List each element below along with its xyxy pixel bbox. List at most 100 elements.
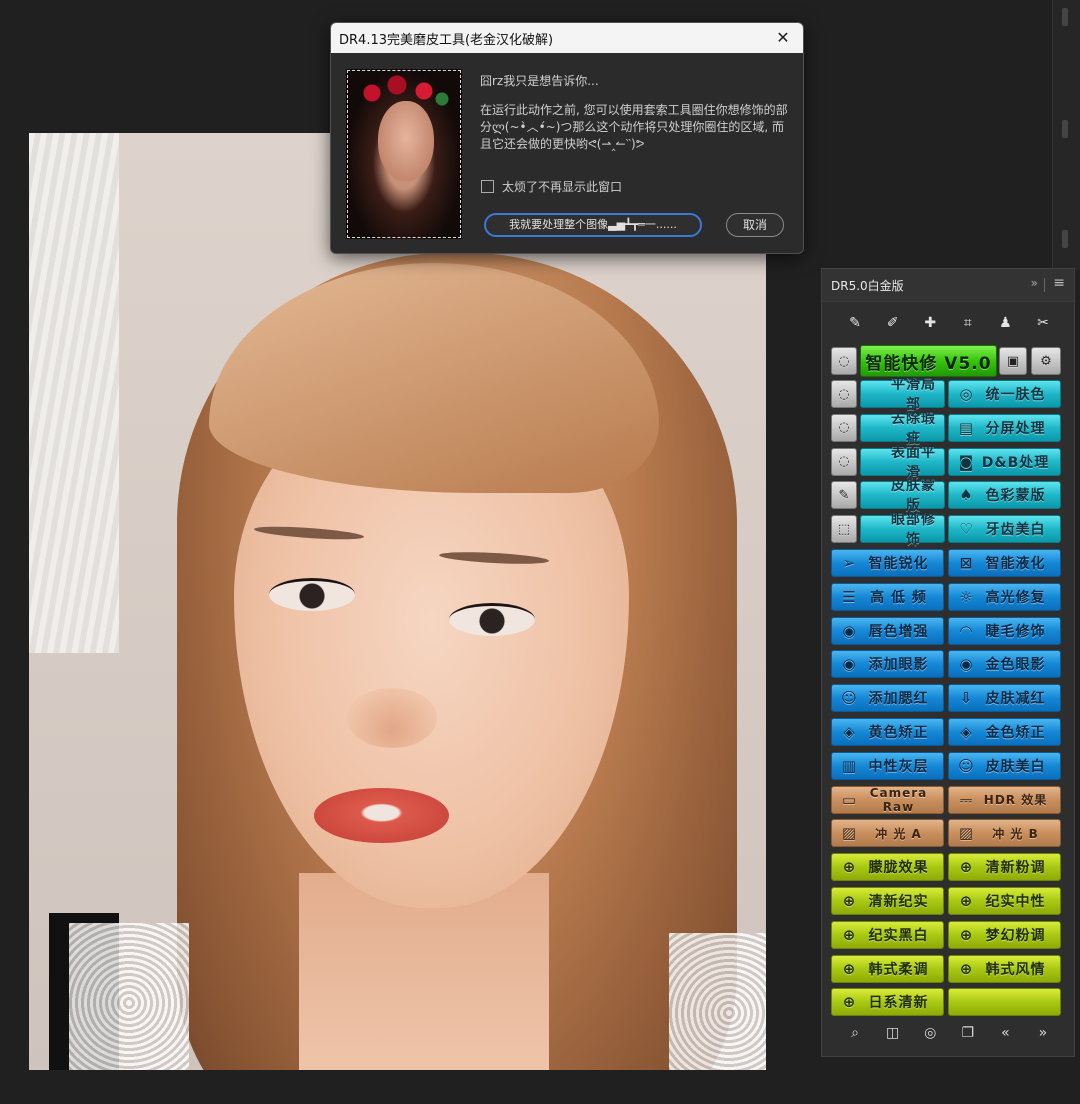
action-button[interactable]: ☺ 添加腮红 bbox=[831, 684, 944, 713]
clone-tool-icon[interactable]: ✂ bbox=[1032, 313, 1054, 333]
dr5-panel: DR5.0白金版 » ≡ ✎ ✐ ✚ ⌗ ♟ ✂ ◌ 智能快修 V5.0 ▣ ⚙… bbox=[821, 268, 1075, 1057]
thumbnail-face bbox=[378, 101, 434, 181]
bandage-tool-icon[interactable]: ✚ bbox=[919, 313, 941, 333]
action-button[interactable]: ⇩ 皮肤减红 bbox=[948, 684, 1061, 713]
dialog-titlebar[interactable]: DR4.13完美磨皮工具(老金汉化破解) bbox=[331, 23, 803, 53]
action-button-icon: ▨ bbox=[841, 824, 857, 843]
search-icon[interactable]: ⌕ bbox=[844, 1023, 866, 1043]
action-button-icon: ▤ bbox=[958, 418, 974, 437]
settings-icon[interactable]: ⚙ bbox=[1031, 347, 1061, 375]
dont-show-again-checkbox[interactable]: 太烦了不再显示此窗口 bbox=[481, 178, 622, 195]
action-button-label: 清新粉调 bbox=[985, 860, 1046, 877]
action-button[interactable]: 皮肤蒙版 bbox=[860, 478, 945, 514]
action-button-icon: ⊕ bbox=[959, 925, 973, 944]
action-button[interactable]: ⊕ 韩式柔调 bbox=[831, 954, 944, 983]
dialog-body: 在运行此动作之前, 您可以使用套索工具圈住你想修饰的部分ლ(~•̀︿•́~)つ那… bbox=[480, 103, 788, 151]
edge-strip-handle[interactable] bbox=[1062, 230, 1068, 248]
action-button[interactable]: ☰ 高 低 频 bbox=[831, 582, 944, 611]
healing-tool-icon[interactable]: ✐ bbox=[882, 313, 904, 333]
close-icon[interactable]: ✕ bbox=[773, 28, 793, 48]
action-button-label: 眼部修饰 bbox=[891, 512, 936, 549]
action-button[interactable]: ◈ 金色矫正 bbox=[948, 718, 1061, 746]
action-button[interactable]: ♡ 牙齿美白 bbox=[948, 515, 1061, 544]
action-button[interactable]: ▨ 冲 光 B bbox=[948, 819, 1061, 848]
patch-tool-icon[interactable]: ⌗ bbox=[957, 313, 979, 333]
selection-tool-glyph: ◌ bbox=[838, 454, 850, 470]
action-button[interactable] bbox=[948, 988, 1061, 1017]
action-button[interactable]: ⊕ 朦胧效果 bbox=[831, 853, 944, 882]
stamp-tool-icon[interactable]: ♟ bbox=[994, 313, 1016, 333]
action-button[interactable]: 眼部修饰 bbox=[860, 512, 945, 548]
next-page-icon[interactable]: » bbox=[1032, 1023, 1054, 1043]
action-button[interactable]: ⊕ 清新粉调 bbox=[948, 853, 1061, 882]
action-button-icon: ☺ bbox=[841, 689, 857, 708]
action-button[interactable]: ⎓ HDR 效果 bbox=[948, 785, 1061, 814]
collapse-panel-icon[interactable]: » bbox=[1031, 276, 1038, 290]
previous-page-icon[interactable]: « bbox=[994, 1023, 1016, 1043]
action-button[interactable]: ⊕ 梦幻粉调 bbox=[948, 920, 1061, 949]
action-button-label: 统一肤色 bbox=[985, 387, 1046, 403]
brush-tool-icon[interactable]: ✎ bbox=[844, 313, 866, 333]
action-button[interactable]: ◠ 睫毛修饰 bbox=[948, 616, 1061, 645]
cancel-button[interactable]: 取消 bbox=[726, 213, 784, 237]
action-button-label: 纪实中性 bbox=[985, 894, 1046, 910]
action-button[interactable]: ▥ 中性灰层 bbox=[831, 751, 944, 780]
action-button[interactable]: ◙ D&B处理 bbox=[948, 447, 1061, 476]
photo-eye-left bbox=[269, 578, 355, 611]
copy-layer-icon[interactable]: ❐ bbox=[957, 1023, 979, 1043]
document-canvas-image[interactable] bbox=[29, 133, 766, 1070]
action-button[interactable]: ⊕ 韩式风情 bbox=[948, 954, 1061, 983]
eye-preview-icon[interactable]: ◎ bbox=[919, 1023, 941, 1043]
photo-lace-right bbox=[669, 933, 766, 1070]
process-whole-image-button[interactable]: 我就要处理整个图像▃▅┻┳═一...... bbox=[484, 213, 702, 237]
selection-tool-icon[interactable]: ✎ bbox=[831, 481, 857, 510]
action-button[interactable]: ⊠ 智能液化 bbox=[948, 549, 1061, 577]
action-button[interactable]: ☺ 皮肤美白 bbox=[948, 751, 1061, 780]
action-button[interactable]: ◉ 金色眼影 bbox=[948, 650, 1061, 679]
action-button-label: 日系清新 bbox=[868, 995, 929, 1012]
action-button-icon: ◙ bbox=[958, 452, 974, 471]
action-button-label: 冲 光 A bbox=[875, 826, 922, 841]
smart-quick-fix-button[interactable]: 智能快修 V5.0 bbox=[860, 345, 997, 377]
panel-menu-icon[interactable]: ≡ bbox=[1053, 275, 1065, 291]
action-button[interactable]: ▨ 冲 光 A bbox=[831, 819, 944, 848]
action-button-label: 金色矫正 bbox=[985, 725, 1046, 741]
action-button[interactable]: ➢ 智能锐化 bbox=[831, 549, 944, 577]
selection-tool-glyph: ◌ bbox=[838, 420, 850, 436]
action-button[interactable]: 表面平滑 bbox=[860, 445, 945, 481]
selection-tool-icon[interactable]: ⬚ bbox=[831, 515, 857, 544]
action-button[interactable]: 平滑局部 bbox=[860, 377, 945, 413]
selection-tool-icon[interactable]: ◌ bbox=[831, 447, 857, 476]
action-button-label: 韩式柔调 bbox=[868, 961, 929, 978]
selection-tool-icon[interactable]: ◌ bbox=[831, 380, 857, 408]
lasso-icon[interactable]: ◌ bbox=[831, 347, 857, 375]
action-button[interactable]: ◉ 添加眼影 bbox=[831, 650, 944, 679]
edge-strip-handle[interactable] bbox=[1062, 120, 1068, 138]
selection-tool-icon[interactable]: ◌ bbox=[831, 413, 857, 442]
action-button-label: 唇色增强 bbox=[868, 623, 929, 640]
action-button[interactable]: 去除瑕疵 bbox=[860, 411, 945, 447]
action-button[interactable]: ♠ 色彩蒙版 bbox=[948, 481, 1061, 510]
action-button[interactable]: ◉ 唇色增强 bbox=[831, 616, 944, 645]
action-button[interactable]: ⊕ 纪实黑白 bbox=[831, 920, 944, 949]
action-button[interactable]: ▭ Camera Raw bbox=[831, 785, 944, 814]
edge-strip-handle[interactable] bbox=[1062, 8, 1068, 26]
action-button[interactable]: ⊕ 清新纪实 bbox=[831, 887, 944, 915]
action-button[interactable]: ◎ 统一肤色 bbox=[948, 380, 1061, 408]
action-button-icon: ⊕ bbox=[842, 925, 856, 944]
action-button-label: 黄色矫正 bbox=[868, 725, 929, 741]
action-button-label: HDR 效果 bbox=[983, 793, 1048, 808]
action-button[interactable]: ▤ 分屏处理 bbox=[948, 413, 1061, 442]
action-button-label: 添加腮红 bbox=[868, 691, 929, 708]
action-button[interactable]: ☼ 高光修复 bbox=[948, 582, 1061, 611]
photo-lace-left bbox=[69, 923, 189, 1070]
checkbox-box[interactable] bbox=[481, 180, 494, 193]
action-button[interactable]: ⊕ 纪实中性 bbox=[948, 887, 1061, 915]
action-button-icon: ▭ bbox=[841, 790, 857, 809]
split-view-icon[interactable]: ◫ bbox=[882, 1023, 904, 1043]
action-button[interactable]: ◈ 黄色矫正 bbox=[831, 718, 944, 746]
preview-toggle-icon[interactable]: ▣ bbox=[999, 347, 1027, 375]
action-button[interactable]: ⊕ 日系清新 bbox=[831, 988, 944, 1017]
action-button-label: D&B处理 bbox=[981, 454, 1050, 471]
action-button-icon: ⊠ bbox=[959, 554, 973, 572]
